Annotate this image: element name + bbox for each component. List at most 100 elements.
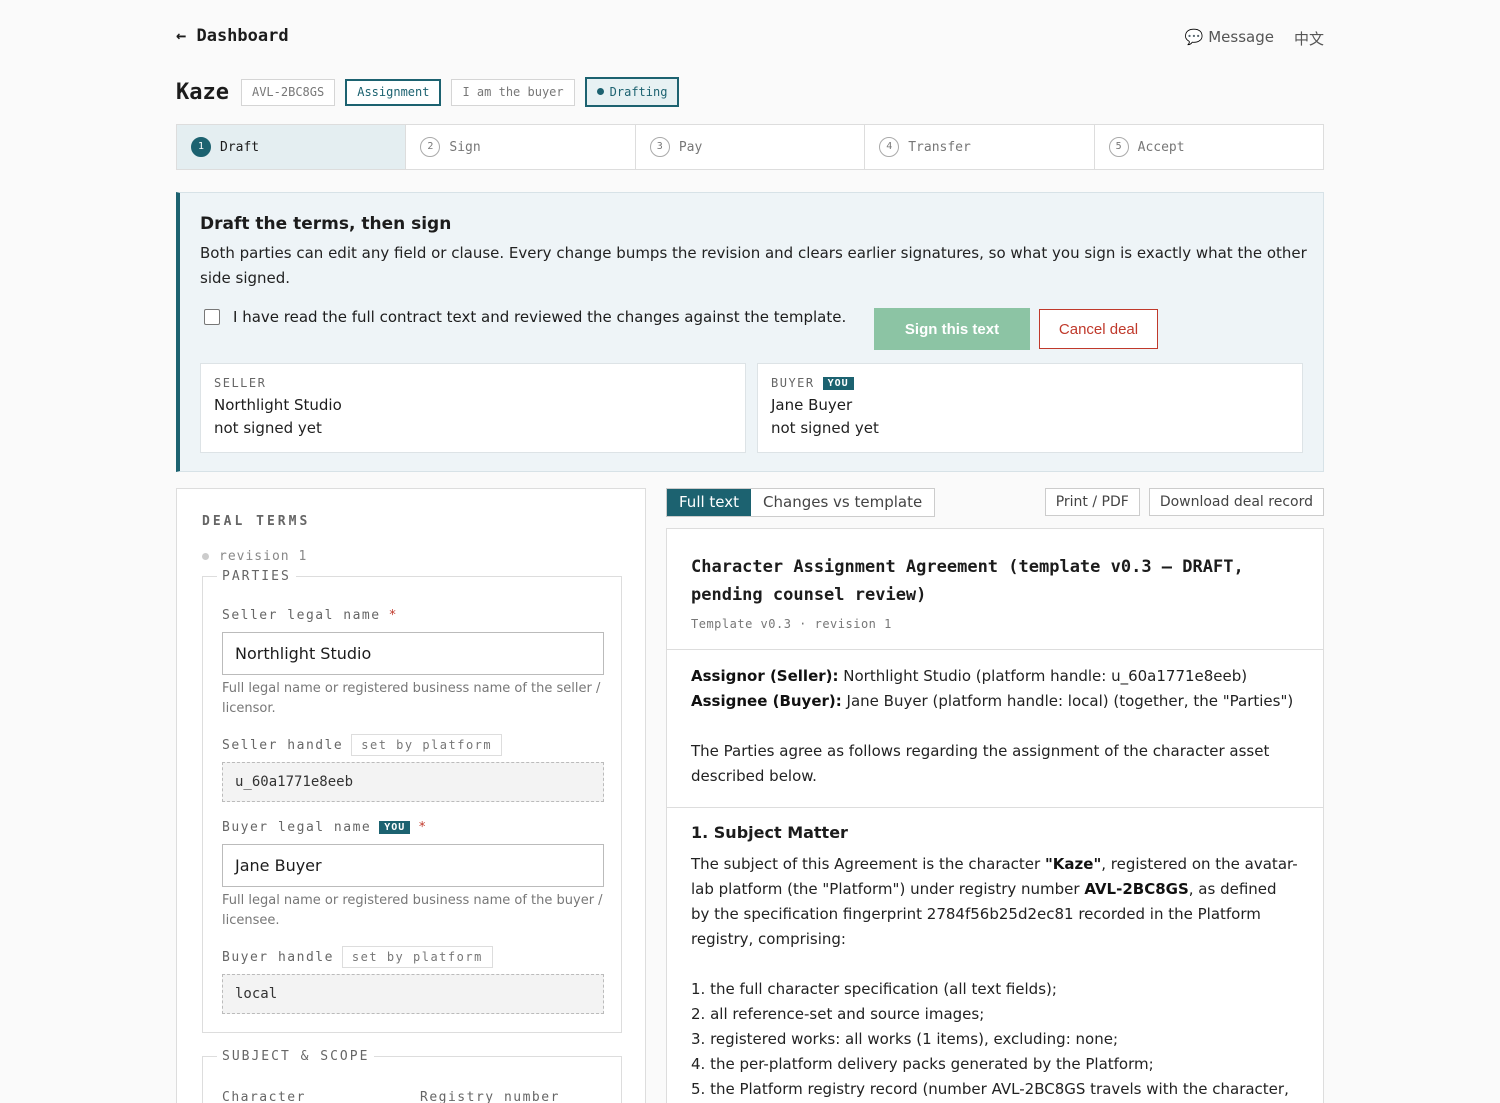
panel-description: Both parties can edit any field or claus… [200,244,1307,287]
step-label: Sign [449,139,481,155]
you-badge: YOU [379,821,411,834]
section-1-body: The subject of this Agreement is the cha… [691,852,1299,952]
buyer-legal-name-input[interactable]: Jane Buyer [222,844,604,887]
buyer-legal-label-row: Buyer legal name YOU * [222,820,604,835]
agree-label: I have read the full contract text and r… [233,308,847,326]
agree-checkbox[interactable] [204,309,220,325]
doc-section-1: 1. Subject Matter The subject of this Ag… [667,808,1323,1103]
subject-scope-legend: SUBJECT & SCOPE [222,1049,370,1064]
buyer-label-row: BUYER YOU [771,376,1289,390]
seller-handle-label: Seller handle [222,737,344,753]
step-pay[interactable]: 3 Pay [636,125,866,169]
back-to-dashboard-link[interactable]: ← Dashboard [176,26,289,46]
agree-row: I have read the full contract text and r… [204,308,846,326]
deal-type-tag: Assignment [345,78,442,106]
seller-legal-label-row: Seller legal name * [222,608,604,623]
step-label: Pay [678,139,703,155]
sign-panel: Draft the terms, then sign Both parties … [176,192,1324,472]
assignee-label: Assignee (Buyer): [691,692,842,710]
top-bar: ← Dashboard 💬 Message 中文 [176,26,1324,50]
doc-title: Character Assignment Agreement (template… [691,557,1244,605]
set-by-platform-tag: set by platform [351,734,503,756]
seller-handle-label-row: Seller handle set by platform [222,734,604,756]
page-title: Kaze [176,79,229,105]
list-item: 2. all reference-set and source images; [691,1005,985,1023]
seller-label: SELLER [214,376,267,390]
panel-title: Draft the terms, then sign [200,214,452,234]
step-transfer[interactable]: 4 Transfer [865,125,1095,169]
download-deal-record-button[interactable]: Download deal record [1148,488,1324,516]
buyer-legal-hint: Full legal name or registered business n… [222,893,603,928]
status-badge: Drafting [584,77,680,107]
step-number: 1 [191,137,211,157]
assignor-label: Assignor (Seller): [691,667,839,685]
buyer-legal-field: Buyer legal name YOU * Jane Buyer Full leg… [222,820,604,931]
list-item: 1. the full character specification (all… [691,980,1057,998]
doc-intro: The Parties agree as follows regarding t… [691,742,1270,785]
revision-label: revision 1 [219,549,308,564]
assignor-line: Assignor (Seller): Northlight Studio (pl… [691,664,1299,689]
list-item: 5. the Platform registry record (number … [691,1080,1289,1098]
seller-legal-label: Seller legal name [222,608,381,623]
cancel-deal-button[interactable]: Cancel deal [1039,309,1158,349]
document-view-tabs: Full text Changes vs template [666,488,936,517]
assignee-line: Assignee (Buyer): Jane Buyer (platform h… [691,689,1299,714]
role-tag: I am the buyer [451,78,575,106]
section-1-title: 1. Subject Matter [691,823,848,842]
subject-items-list: 1. the full character specification (all… [691,977,1299,1102]
seller-legal-field: Seller legal name * Northlight Studio Ful… [222,608,604,719]
list-item: 3. registered works: all works (1 items)… [691,1030,1118,1048]
tab-changes-vs-template[interactable]: Changes vs template [751,489,934,516]
list-item: 4. the per-platform delivery packs gener… [691,1055,1154,1073]
parties-fieldset: PARTIES Seller legal name * Northlight St… [202,569,622,1033]
revision-dot-icon [202,553,209,560]
doc-meta: Template v0.3 · revision 1 [691,617,892,631]
step-label: Draft [220,139,260,155]
registry-tag: AVL-2BC8GS [240,78,336,106]
step-draft[interactable]: 1 Draft [177,125,407,169]
assignor-text: Northlight Studio (platform handle: u_60… [838,667,1248,685]
status-label: Drafting [609,85,668,99]
step-label: Accept [1137,139,1185,155]
document-actions: Print / PDF Download deal record [1044,488,1324,516]
seller-name: Northlight Studio [214,396,342,414]
contract-document: Character Assignment Agreement (template… [666,528,1324,1103]
buyer-sign-state: not signed yet [771,419,879,437]
s1-registry-number: AVL-2BC8GS [1084,880,1189,898]
buyer-name: Jane Buyer [771,396,853,414]
step-number: 5 [1108,137,1129,157]
message-button[interactable]: 💬 Message [1185,28,1274,49]
title-row: Kaze AVL-2BC8GS Assignment I am the buye… [176,77,680,107]
scope-label-row: Character Registry number [222,1090,604,1103]
doc-parties-section: Assignor (Seller): Northlight Studio (pl… [667,650,1323,808]
step-number: 2 [420,137,441,157]
seller-legal-name-input[interactable]: Northlight Studio [222,632,604,675]
step-accept[interactable]: 5 Accept [1095,125,1323,169]
buyer-handle-label-row: Buyer handle set by platform [222,946,604,968]
required-marker: * [388,608,398,623]
buyer-label: BUYER [771,376,815,390]
seller-handle-input: u_60a1771e8eeb [222,762,604,802]
step-sign[interactable]: 2 Sign [406,125,636,169]
seller-handle-field: Seller handle set by platform u_60a1771e8… [222,734,604,802]
buyer-handle-label: Buyer handle [222,949,334,965]
buyer-card: BUYER YOU Jane Buyer not signed yet [757,363,1303,453]
seller-sign-state: not signed yet [214,419,322,437]
required-marker: * [418,820,428,835]
assignee-text: Jane Buyer (platform handle: local) (tog… [841,692,1294,710]
top-actions: 💬 Message 中文 [1185,28,1324,49]
revision-indicator: revision 1 [202,549,307,564]
print-pdf-button[interactable]: Print / PDF [1044,488,1140,516]
step-number: 3 [649,137,670,157]
doc-header: Character Assignment Agreement (template… [667,529,1323,650]
step-label: Transfer [908,139,971,155]
status-dot-icon [596,88,604,95]
registry-number-label: Registry number [420,1090,560,1103]
set-by-platform-tag: set by platform [341,946,493,968]
progress-stepper: 1 Draft 2 Sign 3 Pay 4 Transfer 5 Accept [176,124,1324,170]
language-toggle[interactable]: 中文 [1294,28,1324,49]
tab-full-text[interactable]: Full text [667,489,752,516]
seller-card: SELLER Northlight Studio not signed yet [200,363,746,453]
sign-button[interactable]: Sign this text [874,308,1030,350]
seller-legal-hint: Full legal name or registered business n… [222,681,601,716]
